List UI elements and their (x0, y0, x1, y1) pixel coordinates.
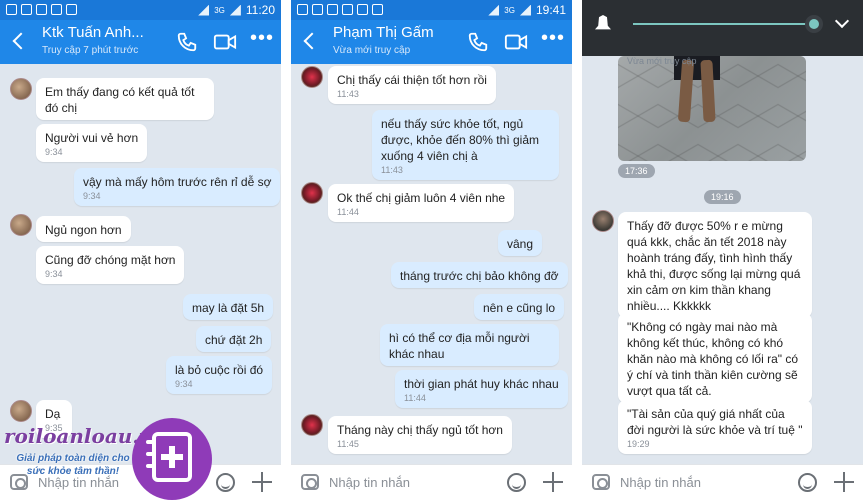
message-sent[interactable]: hì có thể cơ địa mỗi người khác nhau (380, 324, 559, 366)
phone-icon[interactable] (467, 31, 489, 53)
message-sent[interactable]: vâng (498, 230, 543, 256)
clock: 11:20 (245, 3, 275, 17)
message-sent[interactable]: may là đặt 5h (183, 294, 274, 320)
message-list[interactable]: Em thấy đang có kết quả tốt đó chị Người… (0, 64, 281, 464)
contact-avatar[interactable] (592, 210, 614, 232)
contact-name[interactable]: Ktk Tuấn Anh... (42, 24, 144, 41)
message-sent[interactable]: nên e cũng lo (474, 294, 565, 320)
chat-panel-2: 3G 19:41 Phạm Thị Gấm Vừa mới truy cập •… (291, 0, 572, 500)
message-received[interactable]: Em thấy đang có kết quả tốt đó chị (36, 78, 214, 120)
chat-header: Ktk Tuấn Anh... Truy cập 7 phút trước ••… (0, 20, 281, 64)
date-divider: 19:16 (704, 190, 741, 204)
last-seen-caption: Vừa mới truy cập (627, 56, 697, 66)
back-arrow-icon[interactable] (301, 31, 321, 51)
message-sent[interactable]: vậy mà mấy hôm trước rên rỉ dễ sợ 9:34 (74, 168, 281, 206)
brand-logo-icon (132, 418, 212, 500)
shared-photo[interactable] (618, 56, 806, 161)
video-call-icon[interactable] (213, 31, 237, 53)
phone-icon[interactable] (176, 31, 198, 53)
video-call-icon[interactable] (504, 31, 528, 53)
add-attachment-icon[interactable] (543, 472, 563, 492)
last-seen: Truy cập 7 phút trước (42, 45, 139, 56)
contact-avatar[interactable] (10, 214, 32, 236)
contact-avatar[interactable] (10, 400, 32, 422)
message-received[interactable]: Chị thấy cái thiện tốt hơn rồi 11:43 (328, 66, 496, 104)
add-attachment-icon[interactable] (252, 472, 272, 492)
wifi-icon (488, 4, 500, 16)
watermark-tagline: Giải pháp toàn diện cho sức khỏe tâm thầ… (16, 453, 130, 477)
clock: 19:41 (535, 3, 566, 17)
back-arrow-icon[interactable] (10, 31, 30, 51)
message-received[interactable]: Ngủ ngon hơn (36, 216, 131, 242)
chat-panel-1: 3G 11:20 Ktk Tuấn Anh... Truy cập 7 phút… (0, 0, 281, 500)
signal-icon (519, 4, 531, 16)
network-type: 3G (214, 5, 225, 15)
message-input[interactable]: Nhập tin nhắn (329, 475, 410, 490)
chat-header: Phạm Thị Gấm Vừa mới truy cập ••• (291, 20, 572, 64)
wifi-icon (198, 4, 210, 16)
signal-icon (229, 4, 241, 16)
message-list[interactable]: Chị thấy cái thiện tốt hơn rồi 11:43 nếu … (291, 64, 572, 464)
message-received[interactable]: "Tài sản của quý giá nhất của đời người … (618, 400, 812, 454)
more-options-icon[interactable]: ••• (541, 28, 564, 53)
message-sent[interactable]: tháng trước chị bảo không đỡ (391, 262, 568, 288)
message-input[interactable]: Nhập tin nhắn (620, 475, 701, 490)
contact-name[interactable]: Phạm Thị Gấm (333, 24, 434, 41)
message-received[interactable]: Thấy đỡ được 50% r e mừng quá kkk, chắc … (618, 212, 812, 318)
photo-timestamp: 17:36 (618, 164, 655, 178)
message-received[interactable]: Người vui vẻ hơn 9:34 (36, 124, 148, 162)
message-sent[interactable]: chứ đặt 2h (196, 326, 272, 352)
contact-avatar[interactable] (301, 182, 323, 204)
volume-slider-knob[interactable] (805, 15, 823, 33)
message-input-bar: Nhập tin nhắn (291, 464, 572, 500)
last-seen: Vừa mới truy cập (333, 45, 411, 56)
message-received[interactable]: "Không có ngày mai nào mà không kết thúc… (618, 313, 812, 403)
volume-slider[interactable] (633, 23, 813, 25)
notification-icons (6, 4, 77, 15)
message-input-bar: Nhập tin nhắn (582, 464, 863, 500)
chat-panel-3: Vừa mới truy cập 17:36 19:16 Thấy đỡ đượ… (582, 0, 863, 500)
network-type: 3G (504, 5, 515, 15)
message-received[interactable]: Tháng này chị thấy ngủ tốt hơn 11:45 (328, 416, 512, 454)
add-attachment-icon[interactable] (834, 472, 854, 492)
camera-icon[interactable] (301, 474, 319, 490)
camera-icon[interactable] (592, 474, 610, 490)
contact-avatar[interactable] (10, 78, 32, 100)
message-sent[interactable]: là bỏ cuộc rồi đó 9:34 (166, 356, 273, 394)
notification-shade (582, 0, 863, 56)
contact-avatar[interactable] (301, 414, 323, 436)
status-bar: 3G 11:20 (0, 0, 281, 20)
notification-icons (297, 4, 383, 15)
emoji-icon[interactable] (798, 473, 817, 492)
contact-avatar[interactable] (301, 66, 323, 88)
more-options-icon[interactable]: ••• (250, 28, 273, 53)
message-received[interactable]: Cũng đỡ chóng mặt hơn 9:34 (36, 246, 185, 284)
message-sent[interactable]: thời gian phát huy khác nhau 11:44 (395, 370, 568, 408)
status-bar: 3G 19:41 (291, 0, 572, 20)
message-sent[interactable]: nếu thấy sức khỏe tốt, ngủ được, khỏe đế… (372, 110, 559, 180)
bell-icon (595, 15, 611, 30)
chevron-down-icon[interactable] (834, 13, 850, 29)
emoji-icon[interactable] (216, 473, 235, 492)
emoji-icon[interactable] (507, 473, 526, 492)
message-received[interactable]: Ok thế chị giảm luôn 4 viên nhe 11:44 (328, 184, 515, 222)
